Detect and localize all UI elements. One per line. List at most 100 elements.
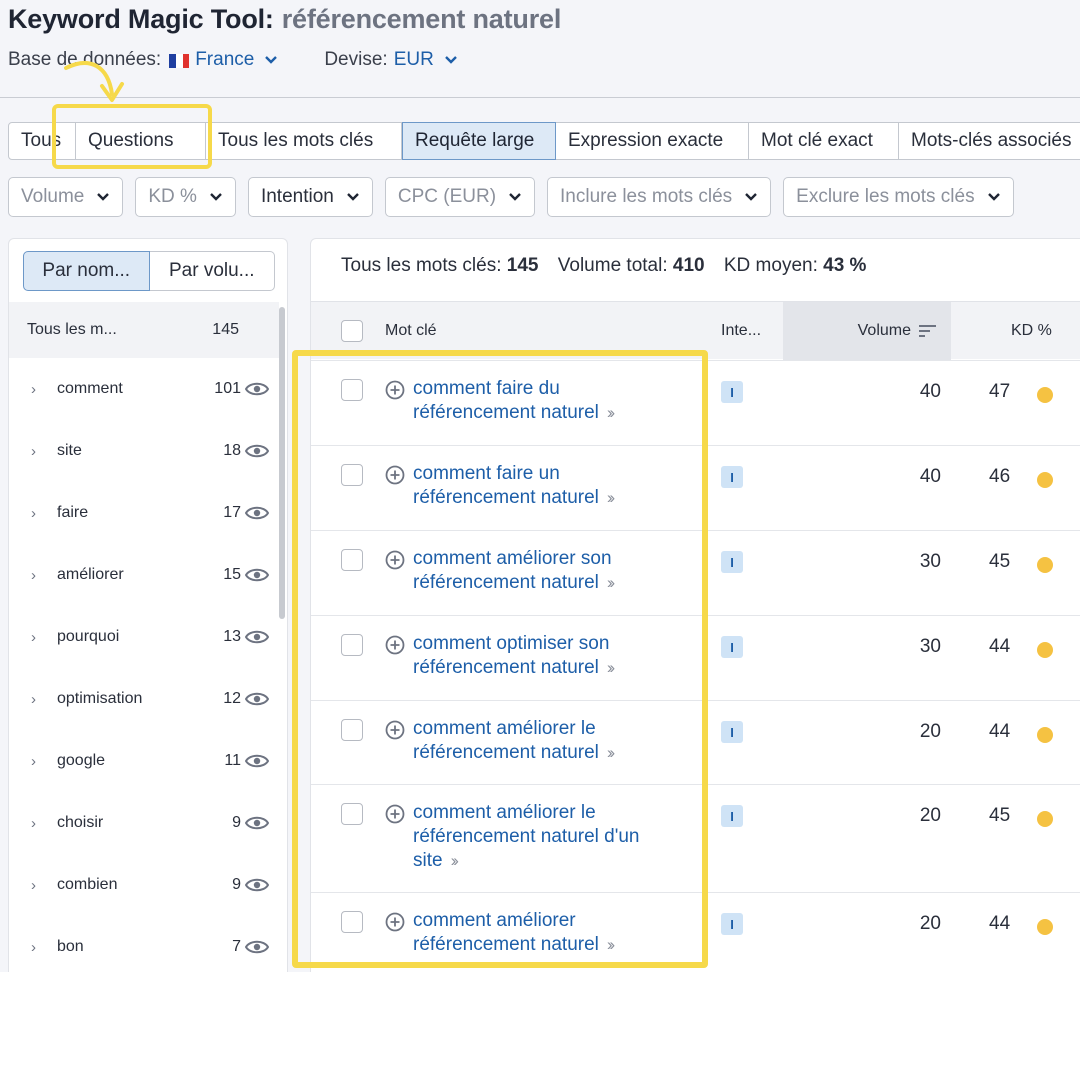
intent-badge: I (721, 636, 743, 658)
tool-title: Keyword Magic Tool: (8, 4, 274, 34)
group-count: 17 (223, 504, 241, 521)
groups-scrollbar[interactable] (279, 307, 285, 619)
all-group-label: Tous les m... (27, 321, 117, 338)
group-count: 9 (232, 814, 241, 831)
all-keywords-group[interactable]: Tous les m... 145 (9, 302, 279, 358)
group-label: combien (57, 876, 118, 893)
eye-icon[interactable] (245, 691, 269, 707)
filter-label: KD % (148, 186, 197, 207)
group-item[interactable]: › choisir 9 (9, 803, 279, 843)
chevron-down-icon (346, 190, 360, 205)
group-item[interactable]: › améliorer 15 (9, 555, 279, 595)
kd-dot-icon (1037, 387, 1053, 403)
group-label: choisir (57, 814, 104, 831)
col-volume[interactable]: Volume (783, 302, 951, 360)
group-item[interactable]: › pourquoi 13 (9, 617, 279, 657)
group-item[interactable]: › faire 17 (9, 493, 279, 533)
col-intent[interactable]: Inte... (721, 302, 761, 360)
eye-icon[interactable] (245, 567, 269, 583)
sort-by-name-button[interactable]: Par nom... (23, 251, 150, 291)
kd-value: 46 (989, 466, 1011, 487)
intent-filter[interactable]: Intention (247, 177, 373, 217)
exclude-keywords-filter[interactable]: Exclure les mots clés (783, 177, 1014, 217)
kd-value: 47 (989, 381, 1011, 402)
filter-label: Exclure les mots clés (796, 186, 975, 207)
chevron-right-icon: › (31, 380, 36, 398)
volume-value: 30 (919, 636, 941, 657)
chevron-right-icon: › (31, 814, 36, 832)
kd-value: 45 (989, 551, 1011, 572)
group-label: améliorer (57, 566, 124, 583)
summary-kd-label: KD moyen: (723, 255, 818, 276)
col-volume-label: Volume (857, 322, 911, 339)
tab-related[interactable]: Mots-clés associés (899, 122, 1080, 160)
group-item[interactable]: › bon 7 (9, 927, 279, 967)
eye-icon[interactable] (245, 815, 269, 831)
query-title: référencement naturel (281, 4, 562, 34)
group-label: google (57, 752, 106, 769)
kd-filter[interactable]: KD % (135, 177, 236, 217)
volume-filter[interactable]: Volume (8, 177, 124, 217)
chevron-right-icon: › (31, 628, 36, 646)
sort-by-volume-button[interactable]: Par volu... (149, 251, 275, 291)
eye-icon[interactable] (245, 505, 269, 521)
page-title: Keyword Magic Tool: référencement naturel (8, 4, 561, 35)
intent-badge: I (721, 805, 743, 827)
group-count: 7 (232, 938, 241, 955)
group-item[interactable]: › optimisation 12 (9, 679, 279, 719)
eye-icon[interactable] (245, 939, 269, 955)
tab-broad-match[interactable]: Requête large (402, 122, 556, 160)
chevron-down-icon (744, 190, 758, 205)
eye-icon[interactable] (245, 443, 269, 459)
group-count: 12 (223, 690, 241, 707)
currency-selector[interactable]: Devise: EUR (324, 49, 457, 71)
volume-value: 20 (919, 805, 941, 826)
intent-badge: I (721, 913, 743, 935)
chevron-right-icon: › (31, 442, 36, 460)
chevron-right-icon: › (31, 690, 36, 708)
col-kd[interactable]: KD % (1011, 302, 1052, 360)
group-count: 11 (224, 752, 241, 769)
database-selector[interactable]: Base de données: France (8, 49, 278, 71)
intent-badge: I (721, 466, 743, 488)
include-keywords-filter[interactable]: Inclure les mots clés (547, 177, 772, 217)
chevron-down-icon (508, 190, 522, 205)
intent-badge: I (721, 381, 743, 403)
eye-icon[interactable] (245, 753, 269, 769)
keyword-summary: Tous les mots clés: 145 Volume total: 41… (341, 255, 880, 277)
group-count: 15 (223, 566, 241, 583)
eye-icon[interactable] (245, 629, 269, 645)
chevron-right-icon: › (31, 504, 36, 522)
group-item[interactable]: › google 11 (9, 741, 279, 781)
france-flag-icon (169, 52, 190, 68)
chevron-right-icon: › (31, 566, 36, 584)
all-group-count: 145 (212, 321, 239, 338)
volume-value: 40 (919, 466, 941, 487)
database-value: France (195, 49, 255, 70)
volume-value: 20 (919, 913, 941, 934)
cpc-filter[interactable]: CPC (EUR) (384, 177, 536, 217)
filter-label: Volume (21, 186, 85, 207)
keyword-rows-highlight (292, 350, 708, 968)
tab-phrase-match[interactable]: Expression exacte (556, 122, 749, 160)
eye-icon[interactable] (245, 877, 269, 893)
eye-icon[interactable] (245, 381, 269, 397)
summary-kd-value: 43 % (823, 255, 867, 276)
filter-label: CPC (EUR) (397, 186, 497, 207)
tab-all-keywords[interactable]: Tous les mots clés (206, 122, 402, 160)
chevron-down-icon (444, 52, 458, 68)
annotation-arrow-icon (64, 61, 124, 102)
group-count: 13 (223, 628, 241, 645)
chevron-right-icon: › (31, 876, 36, 894)
kd-value: 45 (989, 805, 1011, 826)
group-label: pourquoi (57, 628, 120, 645)
summary-all-value: 145 (506, 255, 539, 276)
group-item[interactable]: › comment 101 (9, 369, 279, 409)
group-item[interactable]: › combien 9 (9, 865, 279, 905)
header-divider (0, 97, 1080, 98)
filter-label: Intention (260, 186, 334, 207)
intent-badge: I (721, 721, 743, 743)
group-item[interactable]: › site 18 (9, 431, 279, 471)
tab-exact-match[interactable]: Mot clé exact (749, 122, 899, 160)
checkbox[interactable] (341, 320, 363, 342)
